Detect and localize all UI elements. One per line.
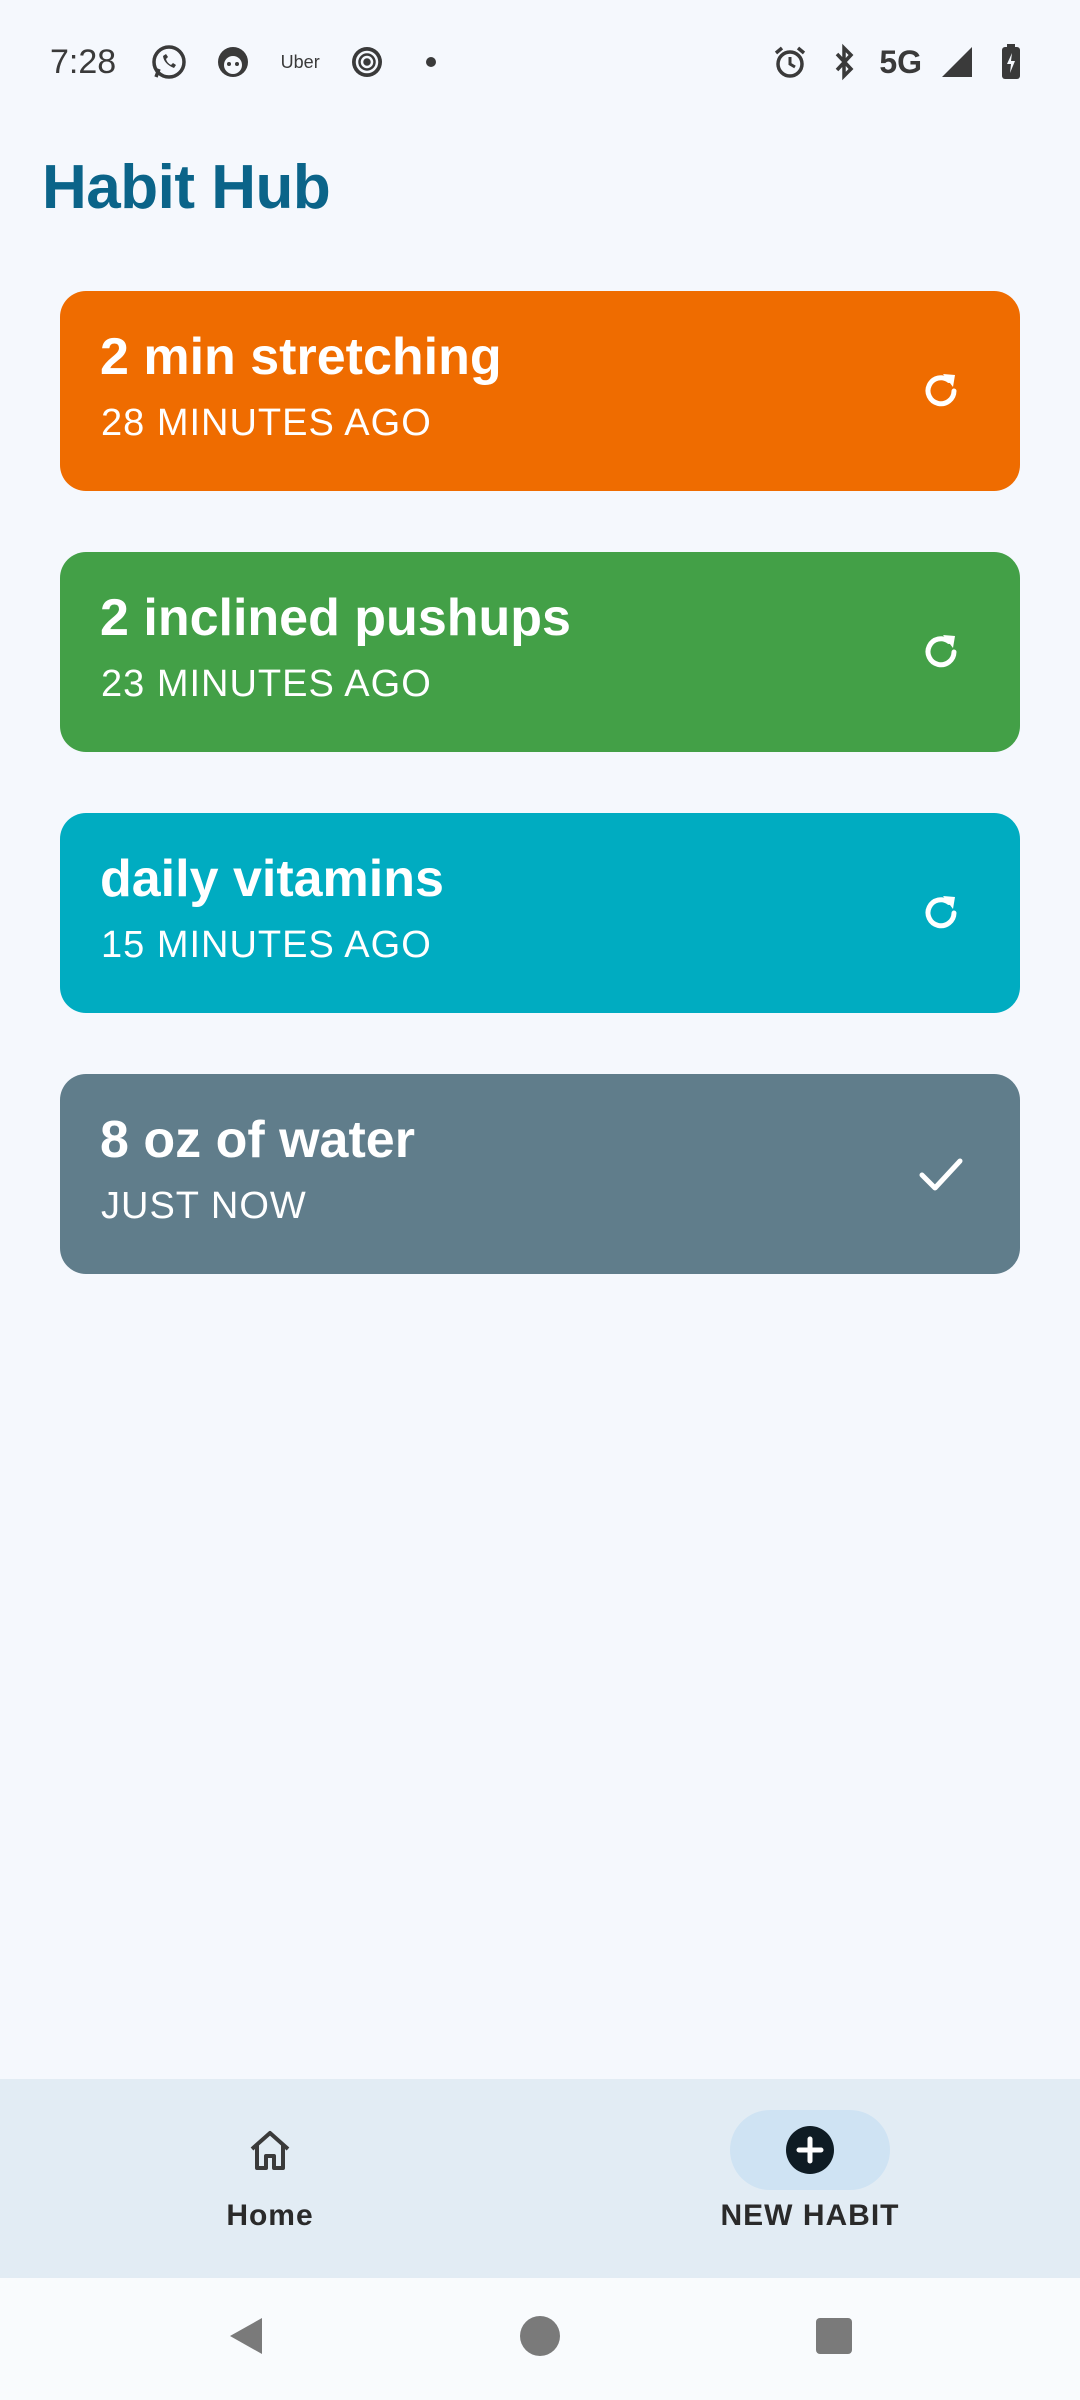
- habit-name: daily vitamins: [100, 850, 444, 908]
- alarm-icon: [771, 43, 809, 81]
- nav-new-habit[interactable]: NEW HABIT: [540, 2079, 1080, 2278]
- habit-card[interactable]: 8 oz of water JUST NOW: [60, 1074, 1020, 1274]
- recents-icon[interactable]: [804, 2306, 864, 2366]
- battery-icon: [992, 43, 1030, 81]
- nav-home[interactable]: Home: [0, 2079, 540, 2278]
- habit-time: 28 MINUTES AGO: [101, 402, 432, 444]
- habit-card[interactable]: 2 inclined pushups 23 MINUTES AGO: [60, 552, 1020, 752]
- uber-label: Uber: [280, 51, 320, 72]
- habit-card[interactable]: daily vitamins 15 MINUTES AGO: [60, 813, 1020, 1013]
- habit-card[interactable]: 2 min stretching 28 MINUTES AGO: [60, 291, 1020, 491]
- status-left: 7:28 Uber: [50, 43, 450, 82]
- add-circle-icon: [730, 2110, 890, 2190]
- home-circle-icon[interactable]: [510, 2306, 570, 2366]
- refresh-icon[interactable]: [914, 625, 968, 679]
- nav-home-label: Home: [226, 2199, 314, 2232]
- face-app-icon: [214, 43, 252, 81]
- status-time: 7:28: [50, 42, 117, 81]
- habit-time: 23 MINUTES AGO: [101, 663, 432, 705]
- bottom-nav: Home NEW HABIT: [0, 2079, 1080, 2278]
- whatsapp-icon: [150, 43, 188, 81]
- habit-name: 2 inclined pushups: [100, 589, 571, 647]
- habit-time: 15 MINUTES AGO: [101, 924, 432, 966]
- refresh-icon[interactable]: [914, 886, 968, 940]
- home-icon: [190, 2110, 350, 2190]
- back-icon[interactable]: [216, 2306, 276, 2366]
- page-title: Habit Hub: [42, 153, 331, 222]
- habit-time: JUST NOW: [101, 1185, 307, 1227]
- system-nav-bar: [0, 2278, 1080, 2400]
- habit-name: 2 min stretching: [100, 328, 502, 386]
- status-bar: 7:28 Uber 5G: [0, 0, 1080, 124]
- habit-name: 8 oz of water: [100, 1111, 415, 1169]
- uber-icon: Uber: [278, 43, 322, 81]
- check-icon[interactable]: [914, 1147, 968, 1201]
- habit-list: 2 min stretching 28 MINUTES AGO 2 inclin…: [60, 291, 1020, 1335]
- bluetooth-icon: [825, 43, 863, 81]
- signal-icon: [938, 43, 976, 81]
- nav-new-habit-label: NEW HABIT: [720, 2199, 900, 2232]
- status-right: 5G: [771, 43, 1030, 81]
- refresh-icon[interactable]: [914, 364, 968, 418]
- dot-icon: [412, 43, 450, 81]
- target-icon: [348, 43, 386, 81]
- network-type: 5G: [879, 43, 922, 80]
